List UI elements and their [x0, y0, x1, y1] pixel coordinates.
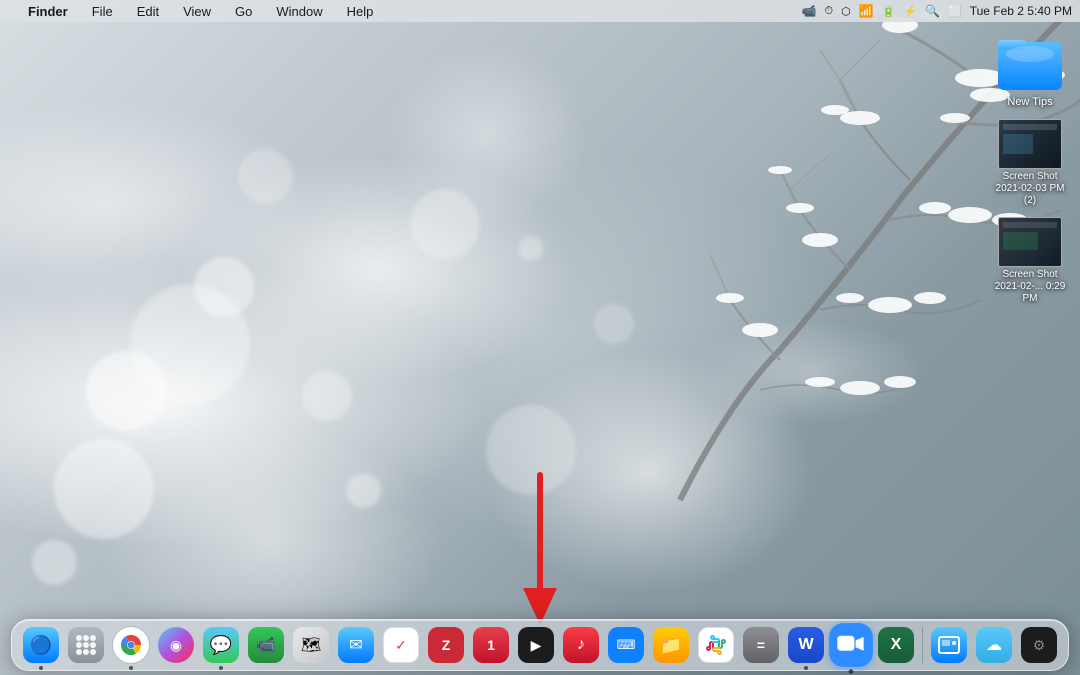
dock-item-zoom[interactable] [827, 621, 875, 669]
dock-dot-finder [39, 666, 43, 670]
clock-display: Tue Feb 2 5:40 PM [970, 4, 1072, 18]
dock-dot-zoom [849, 669, 854, 674]
search-icon[interactable]: 🔍 [925, 4, 940, 18]
screenshot-thumb-1 [998, 119, 1062, 169]
dock-item-siri[interactable]: ◉ [155, 624, 197, 666]
bokeh-3 [54, 439, 154, 539]
dock-item-icloud[interactable]: ☁ [973, 624, 1015, 666]
screentime-icon[interactable]: ⏱ [825, 5, 834, 18]
dock-item-xcode[interactable]: ⌨ [605, 624, 647, 666]
dock-separator [922, 627, 923, 663]
menubar-edit[interactable]: Edit [133, 4, 163, 19]
menubar-view[interactable]: View [179, 4, 215, 19]
menubar-app-name[interactable]: Finder [24, 4, 72, 19]
desktop-icons-area: New Tips Screen Shot2021-02-03 PM (2) Sc… [990, 30, 1070, 305]
dock-dot-messages [219, 666, 223, 670]
dock-item-facetime[interactable]: 📹 [245, 624, 287, 666]
menubar-go[interactable]: Go [231, 4, 256, 19]
dock-item-toolbox[interactable]: ⚙ [1018, 624, 1060, 666]
dock-item-zotero[interactable]: Z [425, 624, 467, 666]
folder-label-new-tips: New Tips [1007, 96, 1052, 109]
facetime-icon[interactable]: 📹 [802, 4, 817, 18]
dock-dot-chrome [129, 666, 133, 670]
dock-item-reminders[interactable]: ✓ [380, 624, 422, 666]
bokeh-10 [238, 149, 293, 204]
bokeh-8 [130, 284, 250, 404]
menubar: Finder File Edit View Go Window Help 📹 ⏱… [0, 0, 1080, 22]
dock-item-folder[interactable]: 📁 [650, 624, 692, 666]
airplay-icon[interactable]: ⬡ [841, 5, 851, 18]
dock-item-calculator[interactable]: = [740, 624, 782, 666]
folder-icon-new-tips [998, 30, 1062, 94]
menubar-right: 📹 ⏱ ⬡ 📶 🔋 ⚡ 🔍 ⬜ Tue Feb 2 5:40 PM [802, 4, 1072, 18]
menubar-left: Finder File Edit View Go Window Help [8, 4, 377, 19]
desktop-icon-screenshot-2[interactable]: Screen Shot2021-02-... 0:29 PM [990, 217, 1070, 305]
dock-item-chrome[interactable] [110, 624, 152, 666]
red-arrow [515, 470, 565, 635]
menubar-file[interactable]: File [88, 4, 117, 19]
dock-item-maps[interactable]: 🗺 [290, 624, 332, 666]
desktop-icon-new-tips[interactable]: New Tips [990, 30, 1070, 109]
desktop-icon-screenshot-1[interactable]: Screen Shot2021-02-03 PM (2) [990, 119, 1070, 207]
dock-item-slack[interactable] [695, 624, 737, 666]
menubar-window[interactable]: Window [272, 4, 326, 19]
screenshot-label-1: Screen Shot2021-02-03 PM (2) [990, 171, 1070, 207]
dock-dot-word [804, 666, 808, 670]
dock-item-mail[interactable]: ✉ [335, 624, 377, 666]
dock-item-finder[interactable]: 🔵 [20, 624, 62, 666]
wifi-icon[interactable]: 📶 [859, 4, 874, 18]
dock-item-word[interactable]: W [785, 624, 827, 666]
bluetooth-icon[interactable]: ⚡ [903, 5, 917, 18]
bokeh-9 [346, 473, 381, 508]
dock: 🔵 [11, 619, 1069, 671]
dock-item-screenshot-tool[interactable] [928, 624, 970, 666]
dock-item-launchpad[interactable] [65, 624, 107, 666]
screenrecord-icon[interactable]: ⬜ [948, 5, 962, 18]
menubar-help[interactable]: Help [343, 4, 378, 19]
screenshot-thumb-2 [998, 217, 1062, 267]
dock-item-one[interactable]: 1 [470, 624, 512, 666]
dock-item-excel[interactable]: X [875, 624, 917, 666]
dock-container: 🔵 [0, 619, 1080, 675]
dock-item-messages[interactable]: 💬 [200, 624, 242, 666]
dock-item-appletv[interactable]: ▶ [515, 624, 557, 666]
screenshot-label-2: Screen Shot2021-02-... 0:29 PM [990, 269, 1070, 305]
dock-item-music[interactable]: ♪ [560, 624, 602, 666]
battery-icon[interactable]: 🔋 [882, 5, 896, 18]
bokeh-5 [410, 189, 480, 259]
